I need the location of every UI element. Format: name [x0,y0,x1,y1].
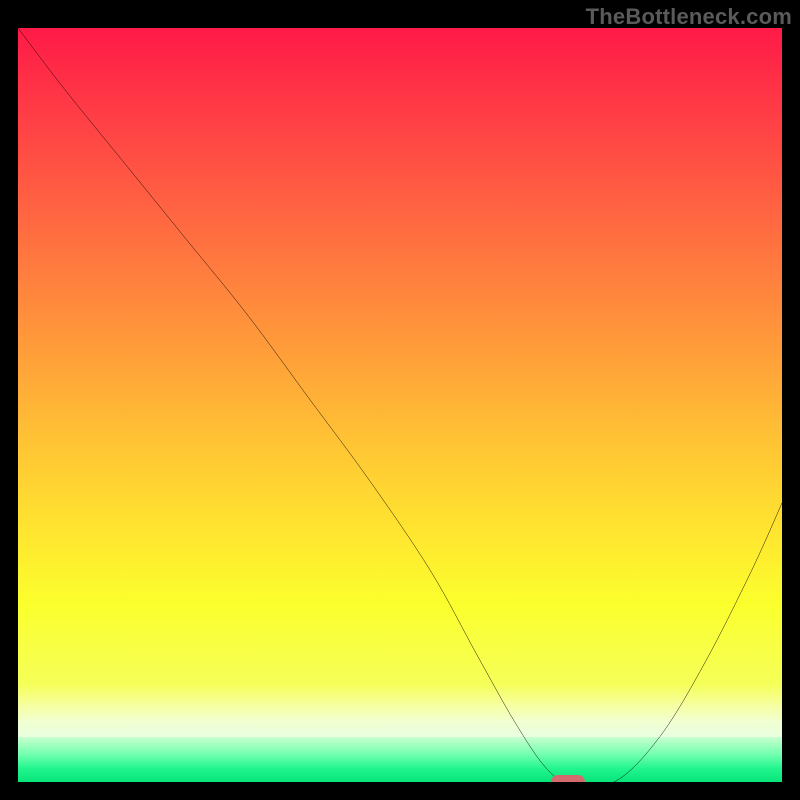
watermark-text: TheBottleneck.com [586,4,792,30]
bottleneck-curve [18,28,782,782]
plot-area [18,28,782,782]
chart-frame: TheBottleneck.com [0,0,800,800]
optimal-marker [551,775,585,782]
curve-path [18,28,782,782]
